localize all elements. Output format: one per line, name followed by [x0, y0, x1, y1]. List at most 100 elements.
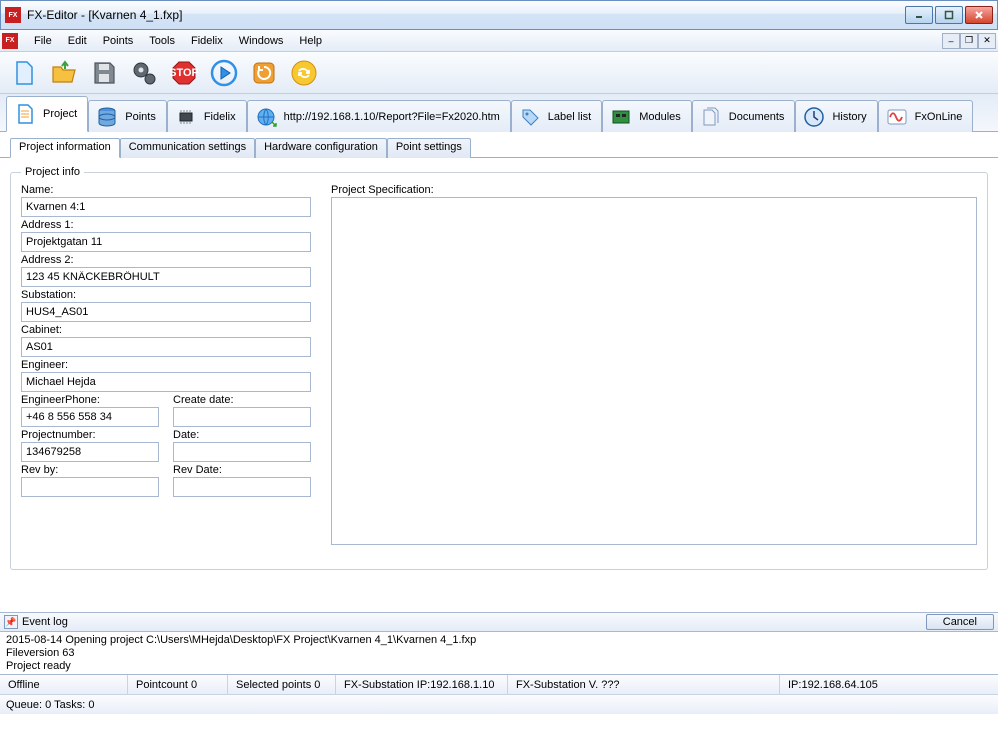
- eventlog-title: Event log: [22, 616, 926, 628]
- settings-button[interactable]: [128, 57, 160, 89]
- status-queue: Queue: 0 Tasks: 0: [6, 699, 94, 711]
- eventlog-header: 📌 Event log Cancel: [0, 612, 998, 632]
- eventlog-body: 2015-08-14 Opening project C:\Users\MHej…: [0, 632, 998, 674]
- open-button[interactable]: [48, 57, 80, 89]
- menu-help[interactable]: Help: [291, 32, 330, 50]
- status-pointcount: Pointcount 0: [128, 675, 228, 694]
- tab-history[interactable]: History: [795, 100, 877, 132]
- new-button[interactable]: [8, 57, 40, 89]
- engineerphone-input[interactable]: [21, 407, 159, 427]
- reload-button[interactable]: [248, 57, 280, 89]
- name-input[interactable]: [21, 197, 311, 217]
- engineer-label: Engineer:: [21, 359, 311, 371]
- engineer-input[interactable]: [21, 372, 311, 392]
- menu-windows[interactable]: Windows: [231, 32, 292, 50]
- minimize-button[interactable]: [905, 6, 933, 24]
- globe-icon: [254, 105, 278, 129]
- substation-input[interactable]: [21, 302, 311, 322]
- chip-icon: [174, 105, 198, 129]
- tab-label: http://192.168.1.10/Report?File=Fx2020.h…: [284, 111, 500, 123]
- status-subip: FX-Substation IP:192.168.1.10: [336, 675, 508, 694]
- address1-label: Address 1:: [21, 219, 311, 231]
- revby-label: Rev by:: [21, 464, 159, 476]
- menu-fidelix[interactable]: Fidelix: [183, 32, 231, 50]
- subtab-point-settings[interactable]: Point settings: [387, 138, 471, 158]
- title-bar: FX FX-Editor - [Kvarnen 4_1.fxp]: [0, 0, 998, 30]
- status-ip: IP:192.168.64.105: [780, 675, 998, 694]
- svg-text:STOP: STOP: [170, 67, 198, 79]
- tab-fidelix[interactable]: Fidelix: [167, 100, 247, 132]
- revby-input[interactable]: [21, 477, 159, 497]
- tab-fxonline[interactable]: FxOnLine: [878, 100, 974, 132]
- tab-label: Modules: [639, 111, 681, 123]
- log-line: Fileversion 63: [6, 647, 992, 660]
- subtab-hardware-config[interactable]: Hardware configuration: [255, 138, 387, 158]
- toolbar: STOP: [0, 52, 998, 94]
- engineerphone-label: EngineerPhone:: [21, 394, 159, 406]
- subtab-comm-settings[interactable]: Communication settings: [120, 138, 255, 158]
- mdi-restore-button[interactable]: ❐: [960, 33, 978, 49]
- clock-icon: [802, 105, 826, 129]
- sub-tabs: Project information Communication settin…: [0, 136, 998, 158]
- mdi-close-button[interactable]: ✕: [978, 33, 996, 49]
- tab-labellist[interactable]: Label list: [511, 100, 602, 132]
- tab-label: Points: [125, 111, 156, 123]
- tab-modules[interactable]: Modules: [602, 100, 692, 132]
- createdate-label: Create date:: [173, 394, 311, 406]
- tab-project[interactable]: Project: [6, 96, 88, 132]
- tab-label: Documents: [729, 111, 785, 123]
- cancel-button[interactable]: Cancel: [926, 614, 994, 630]
- projectnumber-label: Projectnumber:: [21, 429, 159, 441]
- menu-points[interactable]: Points: [95, 32, 142, 50]
- tab-label: Fidelix: [204, 111, 236, 123]
- substation-label: Substation:: [21, 289, 311, 301]
- stop-button[interactable]: STOP: [168, 57, 200, 89]
- content-area: Project info Name: Address 1: Address 2:…: [0, 158, 998, 612]
- wave-icon: [885, 105, 909, 129]
- projectspec-input[interactable]: [331, 197, 977, 545]
- tag-icon: [518, 105, 542, 129]
- date-input[interactable]: [173, 442, 311, 462]
- menu-tools[interactable]: Tools: [141, 32, 183, 50]
- app-icon: FX: [5, 7, 21, 23]
- app-icon-small: FX: [2, 33, 18, 49]
- subtab-project-info[interactable]: Project information: [10, 138, 120, 158]
- sync-button[interactable]: [288, 57, 320, 89]
- projectnumber-input[interactable]: [21, 442, 159, 462]
- revdate-label: Rev Date:: [173, 464, 311, 476]
- log-line: 2015-08-14 Opening project C:\Users\MHej…: [6, 634, 992, 647]
- status-offline: Offline: [0, 675, 128, 694]
- status-bar: Offline Pointcount 0 Selected points 0 F…: [0, 674, 998, 694]
- project-info-fieldset: Project info Name: Address 1: Address 2:…: [10, 166, 988, 570]
- tab-points[interactable]: Points: [88, 100, 167, 132]
- documents-icon: [699, 105, 723, 129]
- address1-input[interactable]: [21, 232, 311, 252]
- tab-url[interactable]: http://192.168.1.10/Report?File=Fx2020.h…: [247, 100, 511, 132]
- cabinet-input[interactable]: [21, 337, 311, 357]
- address2-input[interactable]: [21, 267, 311, 287]
- tab-label: Label list: [548, 111, 591, 123]
- tab-label: Project: [43, 108, 77, 120]
- save-button[interactable]: [88, 57, 120, 89]
- maximize-button[interactable]: [935, 6, 963, 24]
- play-button[interactable]: [208, 57, 240, 89]
- tab-label: History: [832, 111, 866, 123]
- close-button[interactable]: [965, 6, 993, 24]
- projectspec-label: Project Specification:: [331, 184, 977, 196]
- tab-documents[interactable]: Documents: [692, 100, 796, 132]
- fieldset-legend: Project info: [21, 166, 84, 178]
- createdate-input[interactable]: [173, 407, 311, 427]
- status-selected: Selected points 0: [228, 675, 336, 694]
- status-bar-2: Queue: 0 Tasks: 0: [0, 694, 998, 714]
- tab-label: FxOnLine: [915, 111, 963, 123]
- menu-file[interactable]: File: [26, 32, 60, 50]
- menu-edit[interactable]: Edit: [60, 32, 95, 50]
- pin-icon[interactable]: 📌: [4, 615, 18, 629]
- log-line: Project ready: [6, 660, 992, 673]
- mdi-minimize-button[interactable]: –: [942, 33, 960, 49]
- board-icon: [609, 105, 633, 129]
- revdate-input[interactable]: [173, 477, 311, 497]
- database-icon: [95, 105, 119, 129]
- window-title: FX-Editor - [Kvarnen 4_1.fxp]: [27, 8, 905, 22]
- status-subv: FX-Substation V. ???: [508, 675, 780, 694]
